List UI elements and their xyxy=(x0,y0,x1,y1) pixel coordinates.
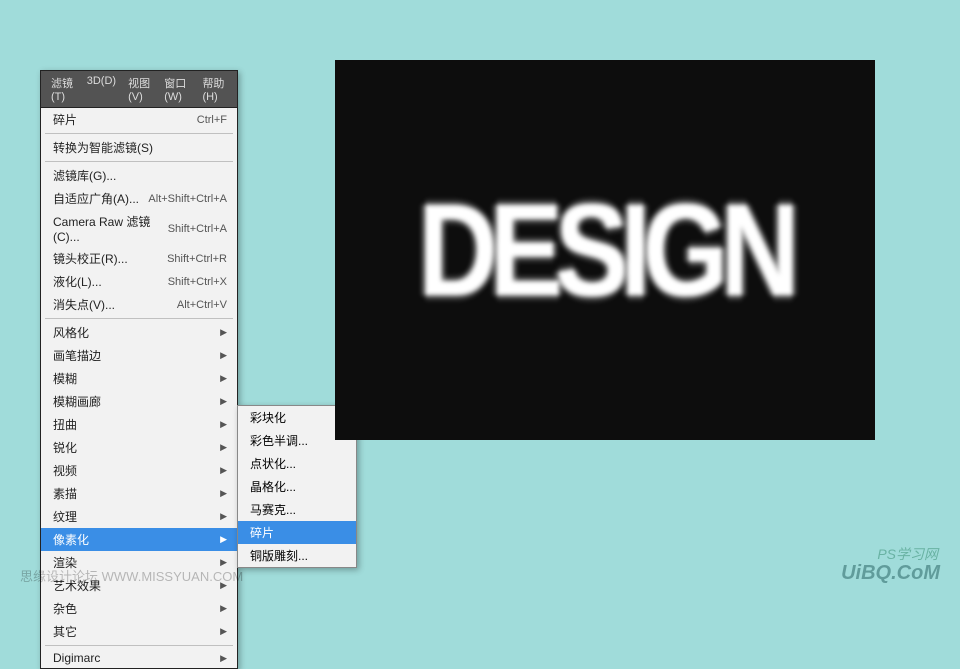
menu-lens-correction[interactable]: 镜头校正(R)... Shift+Ctrl+R xyxy=(41,247,237,270)
submenu-label: 晶格化... xyxy=(250,478,296,495)
menu-distort[interactable]: 扭曲 ▶ xyxy=(41,413,237,436)
submenu-arrow-icon: ▶ xyxy=(220,442,227,453)
menu-stylize[interactable]: 风格化 ▶ xyxy=(41,321,237,344)
menu-label: 杂色 xyxy=(53,600,77,617)
watermark-right-top: PS学习网 xyxy=(877,544,938,564)
menu-label: Digimarc xyxy=(53,651,100,665)
menu-video[interactable]: 视频 ▶ xyxy=(41,459,237,482)
submenu-label: 铜版雕刻... xyxy=(250,547,308,564)
menu-label: 其它 xyxy=(53,623,77,640)
menubar: 滤镜(T) 3D(D) 视图(V) 窗口(W) 帮助(H) xyxy=(41,71,237,108)
menu-shortcut: Ctrl+F xyxy=(197,114,227,126)
menu-shortcut: Shift+Ctrl+X xyxy=(168,276,227,288)
menubar-view[interactable]: 视图(V) xyxy=(122,73,158,105)
menu-noise[interactable]: 杂色 ▶ xyxy=(41,597,237,620)
submenu-mosaic[interactable]: 马赛克... xyxy=(238,498,356,521)
menu-convert-smart[interactable]: 转换为智能滤镜(S) xyxy=(41,136,237,159)
menu-label: 像素化 xyxy=(53,531,89,548)
design-text: DESIGN xyxy=(418,174,792,326)
menubar-help[interactable]: 帮助(H) xyxy=(196,73,233,105)
menu-label: 滤镜库(G)... xyxy=(53,167,116,184)
menu-blur[interactable]: 模糊 ▶ xyxy=(41,367,237,390)
menu-shortcut: Alt+Ctrl+V xyxy=(177,299,227,311)
submenu-label: 点状化... xyxy=(250,455,296,472)
submenu-crystallize[interactable]: 晶格化... xyxy=(238,475,356,498)
menu-label: 扭曲 xyxy=(53,416,77,433)
submenu-arrow-icon: ▶ xyxy=(220,603,227,614)
menu-label: 模糊 xyxy=(53,370,77,387)
menu-adaptive-wide[interactable]: 自适应广角(A)... Alt+Shift+Ctrl+A xyxy=(41,187,237,210)
submenu-label: 彩色半调... xyxy=(250,432,308,449)
submenu-arrow-icon: ▶ xyxy=(220,511,227,522)
menu-label: 液化(L)... xyxy=(53,273,102,290)
submenu-mezzotint[interactable]: 铜版雕刻... xyxy=(238,544,356,567)
menu-label: 视频 xyxy=(53,462,77,479)
menubar-3d[interactable]: 3D(D) xyxy=(81,73,122,105)
submenu-fragment[interactable]: 碎片 xyxy=(238,521,356,544)
menubar-filter[interactable]: 滤镜(T) xyxy=(45,73,81,105)
menu-label: 锐化 xyxy=(53,439,77,456)
menu-label: 消失点(V)... xyxy=(53,296,115,313)
menu-label: 风格化 xyxy=(53,324,89,341)
submenu-arrow-icon: ▶ xyxy=(220,653,227,664)
submenu-arrow-icon: ▶ xyxy=(220,373,227,384)
submenu-label: 彩块化 xyxy=(250,409,286,426)
menu-label: 碎片 xyxy=(53,111,77,128)
menubar-window[interactable]: 窗口(W) xyxy=(158,73,196,105)
menu-label: 镜头校正(R)... xyxy=(53,250,128,267)
menu-label: 纹理 xyxy=(53,508,77,525)
canvas-preview: DESIGN xyxy=(335,60,875,440)
menu-label: 素描 xyxy=(53,485,77,502)
menu-pixelate[interactable]: 像素化 ▶ xyxy=(41,528,237,551)
menu-sharpen[interactable]: 锐化 ▶ xyxy=(41,436,237,459)
menu-shortcut: Shift+Ctrl+R xyxy=(167,253,227,265)
menu-label: Camera Raw 滤镜(C)... xyxy=(53,213,168,244)
separator xyxy=(45,161,233,162)
separator xyxy=(45,645,233,646)
menu-blur-gallery[interactable]: 模糊画廊 ▶ xyxy=(41,390,237,413)
submenu-arrow-icon: ▶ xyxy=(220,419,227,430)
submenu-label: 碎片 xyxy=(250,524,274,541)
menu-vanishing-point[interactable]: 消失点(V)... Alt+Ctrl+V xyxy=(41,293,237,316)
menu-sketch[interactable]: 素描 ▶ xyxy=(41,482,237,505)
submenu-arrow-icon: ▶ xyxy=(220,465,227,476)
submenu-arrow-icon: ▶ xyxy=(220,396,227,407)
menu-other[interactable]: 其它 ▶ xyxy=(41,620,237,643)
watermark-left: 思缘设计论坛 WWW.MISSYUAN.COM xyxy=(20,566,243,585)
submenu-pointillize[interactable]: 点状化... xyxy=(238,452,356,475)
menu-last-filter[interactable]: 碎片 Ctrl+F xyxy=(41,108,237,131)
menu-brush-strokes[interactable]: 画笔描边 ▶ xyxy=(41,344,237,367)
menu-shortcut: Shift+Ctrl+A xyxy=(168,223,227,235)
menu-label: 转换为智能滤镜(S) xyxy=(53,139,153,156)
menu-liquify[interactable]: 液化(L)... Shift+Ctrl+X xyxy=(41,270,237,293)
menu-label: 自适应广角(A)... xyxy=(53,190,139,207)
menu-label: 画笔描边 xyxy=(53,347,101,364)
submenu-arrow-icon: ▶ xyxy=(220,534,227,545)
menu-label: 模糊画廊 xyxy=(53,393,101,410)
submenu-arrow-icon: ▶ xyxy=(220,626,227,637)
submenu-arrow-icon: ▶ xyxy=(220,350,227,361)
menu-texture[interactable]: 纹理 ▶ xyxy=(41,505,237,528)
watermark-right: UiBQ.CoM xyxy=(841,562,940,585)
submenu-arrow-icon: ▶ xyxy=(220,327,227,338)
menu-digimarc[interactable]: Digimarc ▶ xyxy=(41,648,237,668)
menu-shortcut: Alt+Shift+Ctrl+A xyxy=(148,193,227,205)
separator xyxy=(45,133,233,134)
submenu-arrow-icon: ▶ xyxy=(220,488,227,499)
menu-camera-raw[interactable]: Camera Raw 滤镜(C)... Shift+Ctrl+A xyxy=(41,210,237,247)
menu-filter-gallery[interactable]: 滤镜库(G)... xyxy=(41,164,237,187)
separator xyxy=(45,318,233,319)
submenu-label: 马赛克... xyxy=(250,501,296,518)
